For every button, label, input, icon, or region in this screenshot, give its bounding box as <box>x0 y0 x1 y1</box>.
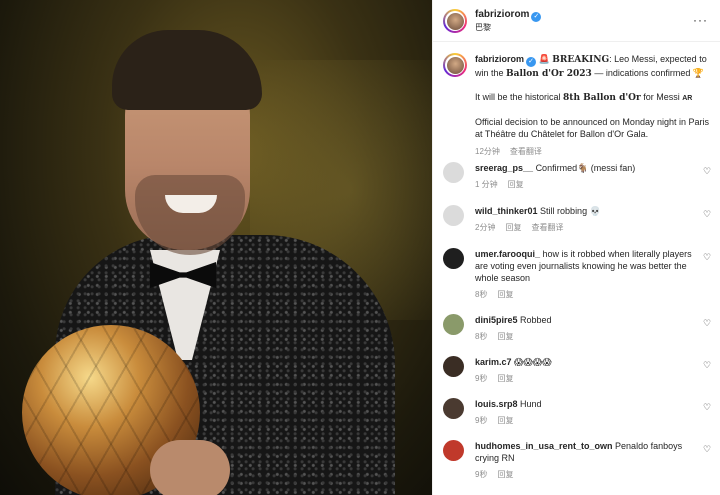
caption-username[interactable]: fabriziorom <box>475 54 524 64</box>
translate-link[interactable]: 查看翻译 <box>531 223 563 232</box>
commenter-avatar[interactable] <box>443 440 464 461</box>
commenter-username[interactable]: louis.srp8 <box>475 399 518 409</box>
author-avatar[interactable] <box>443 9 467 33</box>
player-hand <box>150 440 230 495</box>
like-heart-icon[interactable]: ♡ <box>703 318 713 328</box>
comment-timestamp[interactable]: 9秒 <box>475 416 487 425</box>
comment-row: hudhomes_in_usa_rent_to_own Penaldo fanb… <box>443 440 719 481</box>
comment-text: Robbed <box>520 315 552 325</box>
reply-link[interactable]: 回复 <box>497 374 513 383</box>
caption-translate-link[interactable]: 查看翻译 <box>510 147 542 156</box>
like-heart-icon[interactable]: ♡ <box>703 402 713 412</box>
post-caption: fabriziorom ✓ 🚨 BREAKING: Leo Messi, expe… <box>443 53 713 158</box>
comment-row: dini5pire5 Robbed 8秒 回复 ♡ <box>443 314 719 343</box>
verified-badge-icon: ✓ <box>526 57 537 67</box>
post-sidebar: fabriziorom ✓ 巴黎 ··· fabriziorom ✓ 🚨 BREAK… <box>432 0 720 495</box>
caption-timestamp[interactable]: 12分钟 <box>475 147 500 156</box>
post-location[interactable]: 巴黎 <box>475 22 491 33</box>
ar-badge: AR <box>682 95 693 102</box>
commenter-avatar[interactable] <box>443 248 464 269</box>
trophy-emoji: 🏆 <box>692 68 705 78</box>
comment-text: Confirmed🐐 (messi fan) <box>535 163 636 173</box>
comment-timestamp[interactable]: 9秒 <box>475 470 487 479</box>
reply-link[interactable]: 回复 <box>497 470 513 479</box>
commenter-username[interactable]: sreerag_ps__ <box>475 163 533 173</box>
author-username[interactable]: fabriziorom ✓ <box>475 9 542 22</box>
comment-text: 😱😱😱😱 <box>514 357 552 367</box>
comment-timestamp[interactable]: 1 分钟 <box>475 180 498 189</box>
ballon-dor-label: Ballon d'Or 2023 <box>506 69 592 79</box>
commenter-username[interactable]: dini5pire5 <box>475 315 518 325</box>
comment-text: Still robbing 💀 <box>540 206 601 216</box>
caption-text-3: It will be the historical <box>475 92 564 102</box>
commenter-avatar[interactable] <box>443 356 464 377</box>
comment-row: wild_thinker01 Still robbing 💀 2分钟 回复 查看翻译 ♡ <box>443 205 719 234</box>
author-username-text[interactable]: fabriziorom <box>475 9 529 20</box>
eighth-ballon-label: 8th Ballon d'Or <box>563 93 641 103</box>
more-options-icon[interactable]: ··· <box>693 13 708 27</box>
commenter-username[interactable]: wild_thinker01 <box>475 206 538 216</box>
reply-link[interactable]: 回复 <box>505 223 521 232</box>
commenter-username[interactable]: hudhomes_in_usa_rent_to_own <box>475 441 613 451</box>
comment-timestamp[interactable]: 8秒 <box>475 332 487 341</box>
like-heart-icon[interactable]: ♡ <box>703 444 713 454</box>
commenter-avatar[interactable] <box>443 162 464 183</box>
caption-text-5: Official decision to be announced on Mon… <box>475 117 709 139</box>
like-heart-icon[interactable]: ♡ <box>703 360 713 370</box>
reply-link[interactable]: 回复 <box>497 416 513 425</box>
like-heart-icon[interactable]: ♡ <box>703 252 713 262</box>
comment-timestamp[interactable]: 2分钟 <box>475 223 495 232</box>
siren-emoji: 🚨 <box>538 54 550 64</box>
reply-link[interactable]: 回复 <box>497 290 513 299</box>
commenter-avatar[interactable] <box>443 314 464 335</box>
comment-row: louis.srp8 Hund 9秒 回复 ♡ <box>443 398 719 427</box>
commenter-username[interactable]: karim.c7 <box>475 357 512 367</box>
reply-link[interactable]: 回复 <box>497 332 513 341</box>
post-image[interactable] <box>0 0 432 495</box>
comment-row: sreerag_ps__ Confirmed🐐 (messi fan) 1 分钟 回… <box>443 162 719 191</box>
comment-timestamp[interactable]: 8秒 <box>475 290 487 299</box>
breaking-label: BREAKING <box>552 55 610 65</box>
verified-badge-icon: ✓ <box>531 12 542 22</box>
commenter-username[interactable]: umer.farooqui_ <box>475 249 540 259</box>
caption-avatar[interactable] <box>443 53 467 77</box>
caption-text-4: for Messi <box>640 92 683 102</box>
comment-timestamp[interactable]: 9秒 <box>475 374 487 383</box>
commenter-avatar[interactable] <box>443 398 464 419</box>
like-heart-icon[interactable]: ♡ <box>703 209 713 219</box>
caption-text-2: — indications confirmed <box>591 68 693 78</box>
reply-link[interactable]: 回复 <box>508 180 524 189</box>
post-header: fabriziorom ✓ 巴黎 ··· <box>433 0 720 42</box>
comment-row: karim.c7 😱😱😱😱 9秒 回复 ♡ <box>443 356 719 385</box>
player-hair <box>112 30 262 110</box>
like-heart-icon[interactable]: ♡ <box>703 166 713 176</box>
commenter-avatar[interactable] <box>443 205 464 226</box>
comment-row: umer.farooqui_ how is it robbed when lit… <box>443 248 719 301</box>
comment-text: Hund <box>520 399 542 409</box>
